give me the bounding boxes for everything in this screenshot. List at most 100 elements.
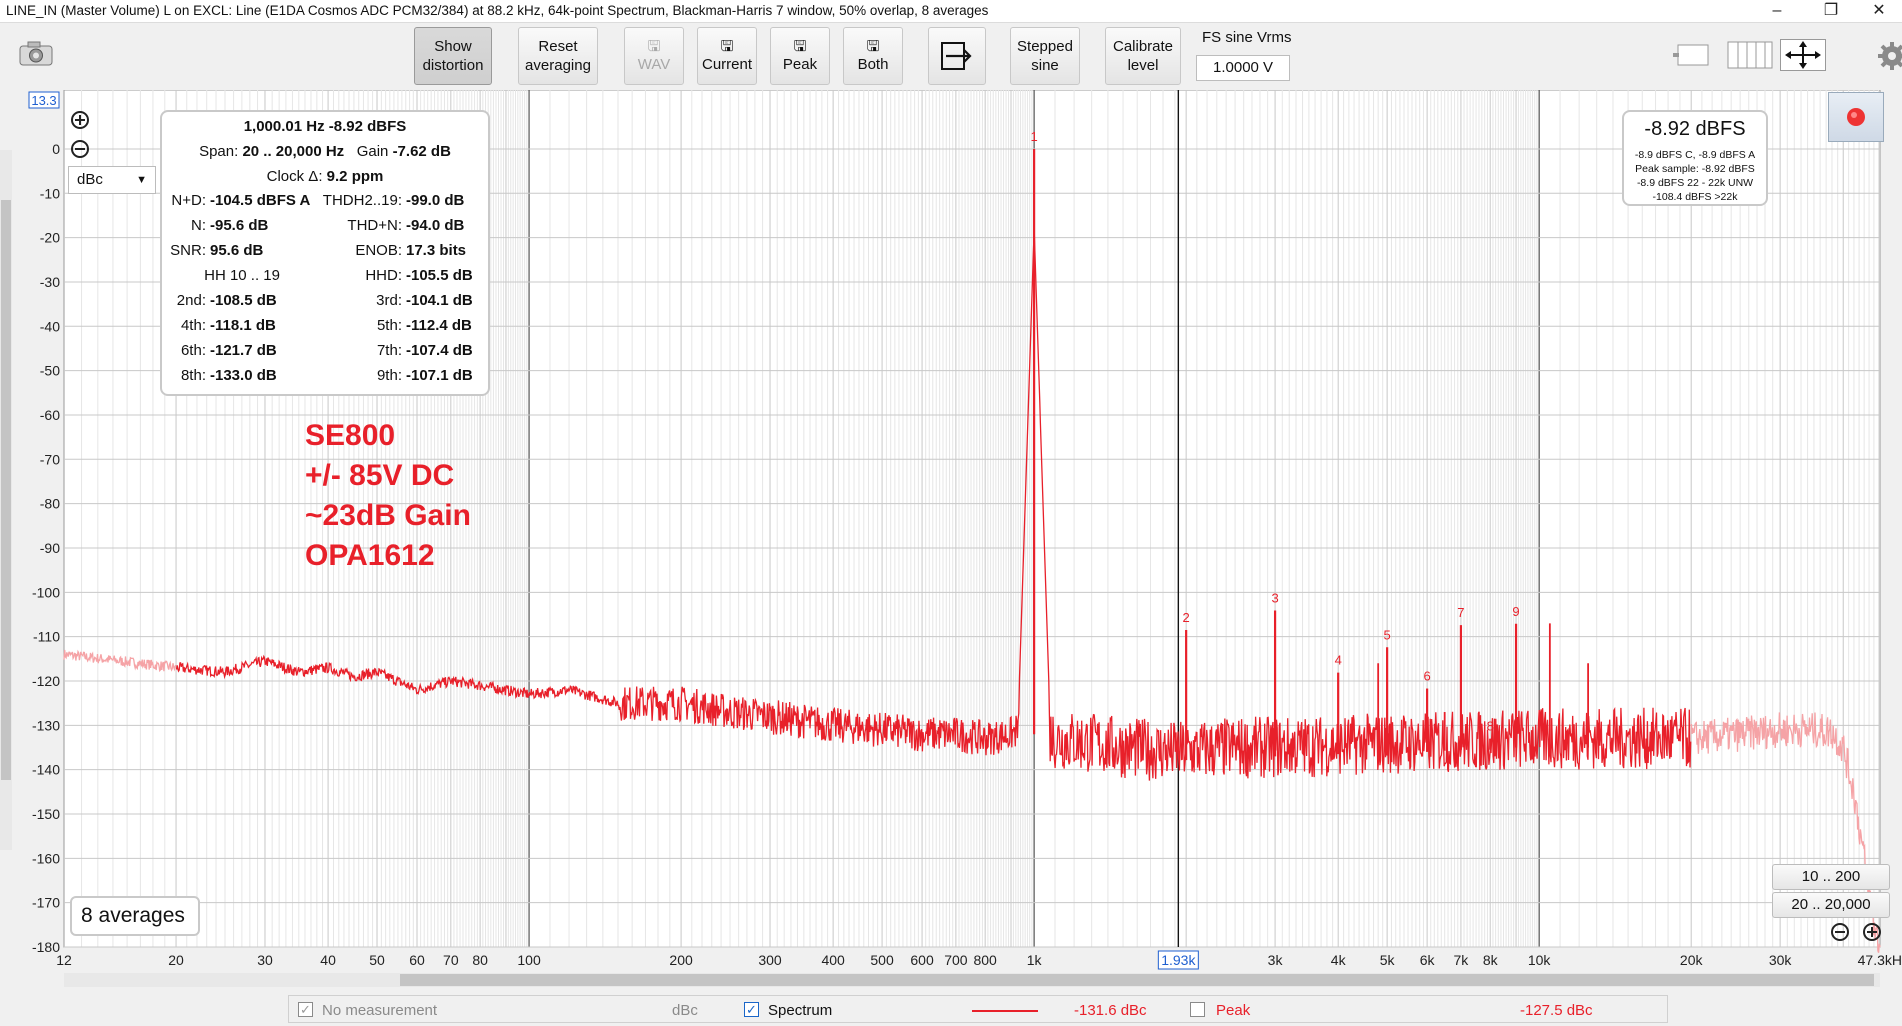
save-peak-button[interactable]: 🖫 Peak xyxy=(770,27,830,85)
show-distortion-button[interactable]: Show distortion xyxy=(414,27,492,85)
x-tick-label: 80 xyxy=(472,952,488,968)
no-measurement-label: No measurement xyxy=(322,1002,438,1019)
range-20-20000-button[interactable]: 20 .. 20,000 xyxy=(1772,892,1890,918)
x-tick-label: 40 xyxy=(320,952,336,968)
spectrum-checkbox[interactable]: ✓ xyxy=(744,1002,759,1017)
y-tick-label: -110 xyxy=(33,629,60,645)
harmonic-label: 6 xyxy=(1423,669,1430,684)
vertical-scrollbar-thumb[interactable] xyxy=(1,200,11,780)
record-button[interactable] xyxy=(1828,92,1884,142)
x-tick-label: 6k xyxy=(1420,952,1436,968)
range-10-200-button[interactable]: 10 .. 200 xyxy=(1772,864,1890,890)
zoom-out-icon[interactable] xyxy=(70,139,90,159)
minimize-button[interactable]: – xyxy=(1754,0,1800,22)
y-tick-label: -150 xyxy=(32,806,60,822)
zoom-in-icon[interactable] xyxy=(70,110,90,130)
restore-button[interactable]: ❐ xyxy=(1808,0,1854,22)
export-button[interactable] xyxy=(928,27,986,85)
x-tick-label: 47.3kH xyxy=(1858,952,1902,968)
spectrum-plot-area: 0 -10 -20 -30 -40 -50 -60 -70 -80 -90 -100 -110 -120… xyxy=(0,76,1902,994)
y-tick-label: -20 xyxy=(40,230,60,246)
no-measurement-checkbox[interactable]: ✓ xyxy=(298,1002,313,1017)
clock-readout: Clock Δ: 9.2 ppm xyxy=(266,168,384,185)
y-tick-label: -120 xyxy=(32,673,60,689)
x-tick-label: 400 xyxy=(821,952,845,968)
y-tick-label: -100 xyxy=(32,584,60,600)
x-tick-label: 200 xyxy=(669,952,693,968)
no-measurement-unit: dBc xyxy=(672,1002,698,1019)
metric-label: 5th: xyxy=(376,317,402,334)
x-tick-label: 800 xyxy=(973,952,997,968)
y-tick-label: -140 xyxy=(32,762,60,778)
window-title: LINE_IN (Master Volume) L on EXCL: Line … xyxy=(6,3,989,18)
y-tick-label: -80 xyxy=(40,496,60,512)
y-tick-label: -160 xyxy=(32,850,60,866)
x-tick-label: 500 xyxy=(870,952,894,968)
annotation-text: SE800 +/- 85V DC ~23dB Gain OPA1612 xyxy=(305,419,471,572)
metric-label: HHD: xyxy=(365,267,402,284)
y-tick-label: -70 xyxy=(40,451,60,467)
span-gain-readout: Span: 20 .. 20,000 Hz Gain -7.62 dB xyxy=(199,143,451,160)
move-axes-icon[interactable] xyxy=(1780,39,1826,71)
save-both-button[interactable]: 🖫 Both xyxy=(843,27,903,85)
cursor-readout: 1.93k xyxy=(1161,952,1196,968)
y-tick-label: -10 xyxy=(40,185,60,201)
record-icon xyxy=(1847,108,1865,126)
wav-button[interactable]: 🖫 WAV xyxy=(624,27,684,85)
metric-value: -108.5 dB xyxy=(210,292,277,309)
fs-sine-label: FS sine Vrms xyxy=(1202,29,1292,46)
y-tick-label: -90 xyxy=(40,540,60,556)
metric-value: -107.1 dB xyxy=(406,367,473,384)
peak-checkbox[interactable] xyxy=(1190,1002,1205,1017)
harmonic-label: 3 xyxy=(1271,590,1278,605)
metric-value: -94.0 dB xyxy=(406,217,465,234)
distortion-info-panel: 1,000.01 Hz -8.92 dBFS Span: 20 .. 20,00… xyxy=(160,110,490,396)
x-tick-label: 60 xyxy=(409,952,425,968)
metric-label: 9th: xyxy=(376,367,402,384)
metric-label: 7th: xyxy=(376,342,402,359)
x-tick-label: 7k xyxy=(1454,952,1470,968)
metric-value: -95.6 dB xyxy=(210,217,269,234)
layout-single-icon[interactable] xyxy=(1672,41,1712,71)
unit-select[interactable]: dBc ▼ xyxy=(68,166,156,194)
layout-columns-icon[interactable] xyxy=(1726,39,1774,71)
settings-gear-icon[interactable] xyxy=(1876,41,1902,71)
metric-value: 95.6 dB xyxy=(210,242,264,259)
camera-icon[interactable] xyxy=(18,41,54,67)
close-button[interactable]: ✕ xyxy=(1856,0,1902,22)
calibrate-level-button[interactable]: Calibrate level xyxy=(1105,27,1181,85)
metric-label: HH 10 .. 19 xyxy=(204,267,280,284)
save-icon: 🖫 xyxy=(793,37,807,55)
x-tick-label: 8k xyxy=(1483,952,1499,968)
spectrum-legend-line xyxy=(972,1010,1038,1012)
x-tick-label: 100 xyxy=(517,952,541,968)
y-tick-label: -130 xyxy=(32,717,60,733)
horizontal-scrollbar-thumb[interactable] xyxy=(400,974,1874,986)
fundamental-readout: 1,000.01 Hz -8.92 dBFS xyxy=(243,118,407,135)
y-tick-label: -60 xyxy=(40,407,60,423)
save-icon: 🖫 xyxy=(647,37,661,55)
metric-value: -104.5 dBFS A xyxy=(210,192,311,209)
metric-value: -107.4 dB xyxy=(406,342,473,359)
harmonic-label: 7 xyxy=(1457,605,1464,620)
stepped-sine-button[interactable]: Stepped sine xyxy=(1010,27,1080,85)
x-zoom-out-icon[interactable] xyxy=(1830,922,1850,942)
reset-averaging-button[interactable]: Reset averaging xyxy=(518,27,598,85)
save-current-button[interactable]: 🖫 Current xyxy=(697,27,757,85)
x-tick-label: 4k xyxy=(1331,952,1347,968)
export-icon xyxy=(941,42,972,70)
metric-label: ENOB: xyxy=(355,242,402,259)
y-tick-label: -30 xyxy=(40,274,60,290)
metric-value: -105.5 dB xyxy=(406,267,473,284)
x-tick-label: 20 xyxy=(168,952,184,968)
x-tick-label: 1k xyxy=(1027,952,1043,968)
fs-sine-input[interactable]: 1.0000 V xyxy=(1196,55,1290,81)
level-main-readout: -8.92 dBFS xyxy=(1644,118,1746,140)
x-tick-label: 700 xyxy=(944,952,968,968)
y-tick-label: -40 xyxy=(40,318,60,334)
x-zoom-in-icon[interactable] xyxy=(1862,922,1882,942)
chevron-down-icon: ▼ xyxy=(136,174,147,186)
level-detail-lines: -8.9 dBFS C, -8.9 dBFS A Peak sample: -8… xyxy=(1634,149,1756,203)
metric-label: N+D: xyxy=(171,192,206,209)
metric-value: -121.7 dB xyxy=(210,342,277,359)
